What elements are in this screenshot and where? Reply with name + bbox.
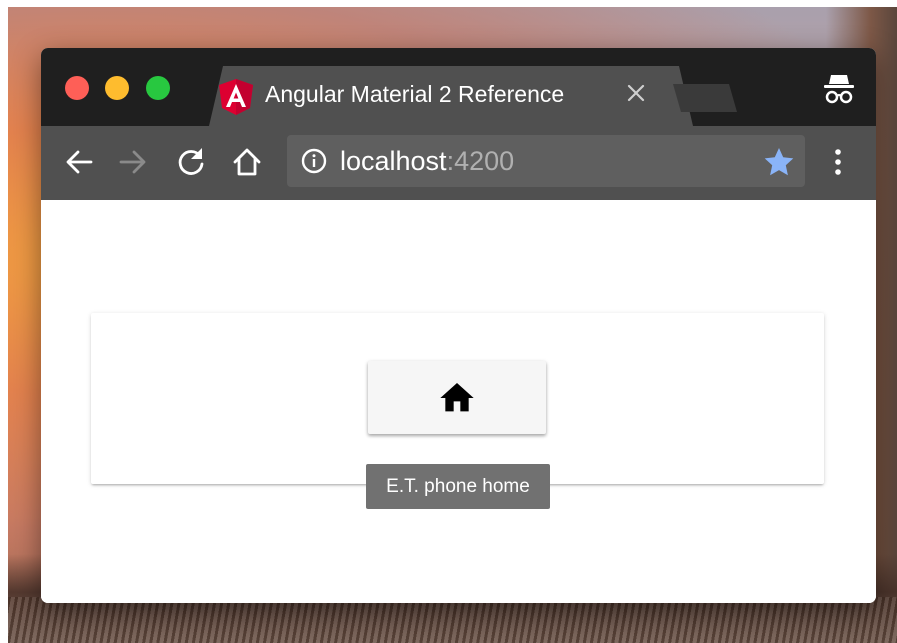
more-vertical-icon[interactable] [823,142,853,182]
browser-window: Angular Material 2 Reference localhost:4… [41,48,876,603]
home-icon [440,382,474,411]
page-viewport: E.T. phone home [41,200,876,603]
maximize-window-button[interactable] [146,76,170,100]
browser-toolbar: localhost:4200 [41,126,876,200]
incognito-icon [824,75,854,104]
home-icon[interactable] [227,142,267,182]
reload-icon[interactable] [171,142,211,182]
tooltip: E.T. phone home [366,464,550,509]
new-tab-button[interactable] [673,84,737,112]
angular-icon [219,79,253,115]
close-icon[interactable] [623,80,649,106]
tab-strip: Angular Material 2 Reference [41,48,876,126]
url-port: :4200 [446,146,515,176]
tab-title: Angular Material 2 Reference [265,81,565,107]
address-bar-url: localhost:4200 [340,146,514,177]
home-button[interactable] [368,361,546,434]
close-window-button[interactable] [65,76,89,100]
minimize-window-button[interactable] [105,76,129,100]
forward-arrow-icon[interactable] [113,142,153,182]
url-host: localhost [340,146,447,176]
address-bar[interactable]: localhost:4200 [287,135,805,187]
star-icon[interactable] [763,146,795,178]
info-icon[interactable] [301,148,327,174]
back-arrow-icon[interactable] [59,142,99,182]
